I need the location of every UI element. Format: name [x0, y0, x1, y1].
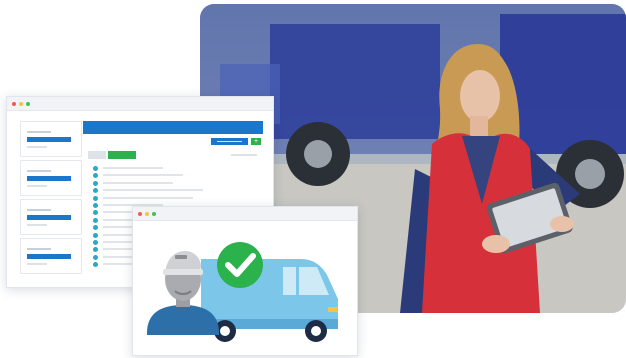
list-bullet-icon: [93, 225, 98, 231]
sidebar-card[interactable]: [20, 160, 82, 196]
filter-tab[interactable]: [88, 151, 106, 159]
list-bullet-icon: [93, 254, 98, 260]
list-bullet-icon: [93, 188, 98, 194]
list-bullet-icon: [93, 210, 98, 216]
list-bullet-icon: [93, 240, 98, 245]
window-maximize-dot[interactable]: [152, 211, 156, 216]
sidebar-card[interactable]: [20, 121, 82, 157]
list-item-text: [103, 167, 163, 169]
list-bullet-icon: [93, 232, 98, 238]
list-bullet-icon: [93, 247, 98, 253]
window-maximize-dot[interactable]: [26, 101, 30, 106]
checkmark-icon: [217, 242, 263, 288]
sidebar-card[interactable]: [20, 199, 82, 235]
window-titlebar: [133, 207, 357, 221]
list-bullet-icon: [93, 180, 98, 186]
window-close-dot[interactable]: [12, 101, 16, 106]
filter-tab-active[interactable]: [108, 151, 136, 159]
list-item-text: [103, 189, 203, 192]
list-bullet-icon: [93, 166, 98, 171]
window-minimize-dot[interactable]: [145, 211, 149, 216]
list-bullet-icon: [93, 217, 98, 223]
plus-icon[interactable]: +: [251, 138, 261, 145]
list-item-text: [103, 174, 183, 177]
list-item-text: [103, 196, 193, 199]
list-bullet-icon: [93, 262, 98, 268]
window-minimize-dot[interactable]: [19, 101, 23, 106]
delivery-illustration: [147, 242, 338, 342]
list-bullet-icon: [93, 173, 98, 179]
list-bullet-icon: [93, 203, 98, 208]
delivery-status-window: [132, 206, 358, 356]
sidebar-card[interactable]: [20, 238, 82, 274]
window-titlebar: [7, 97, 273, 111]
header-meta-text: [231, 154, 257, 156]
dashboard-header-bar: [83, 121, 263, 134]
window-close-dot[interactable]: [138, 211, 142, 216]
list-item-text: [103, 181, 173, 184]
list-bullet-icon: [93, 195, 98, 201]
dashboard-action-button[interactable]: [211, 138, 248, 145]
